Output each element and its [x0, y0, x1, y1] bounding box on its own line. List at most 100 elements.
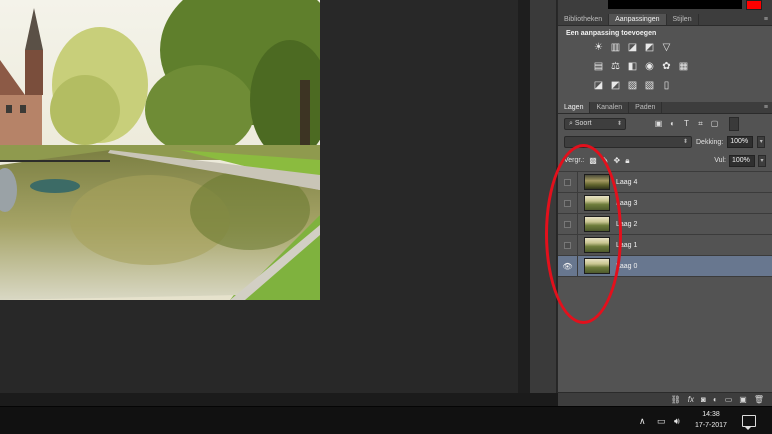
fill-field[interactable]: 100%: [729, 154, 755, 167]
visibility-toggle[interactable]: [558, 234, 578, 256]
layer-thumbnail: [584, 258, 610, 274]
lock-row: Vergr.: ▩ ✎ ✥ 🔒︎ Vul: 100% ▾: [558, 150, 772, 172]
curves-icon[interactable]: ◪: [626, 41, 639, 54]
black-white-icon[interactable]: ◧: [626, 60, 639, 73]
adjustment-row-3: ◪ ◩ ▨ ▧ ▯: [592, 79, 764, 92]
clock-time: 14:38: [702, 411, 720, 418]
hue-saturation-icon[interactable]: ▤: [592, 60, 605, 73]
gradient-map-icon[interactable]: ▯: [660, 79, 673, 92]
action-center-icon[interactable]: [742, 415, 756, 430]
visibility-off-box: [564, 199, 571, 207]
clock-date: 17-7-2017: [695, 422, 727, 429]
color-lookup-icon[interactable]: ▦: [677, 60, 690, 73]
visibility-toggle[interactable]: [558, 171, 578, 193]
tab-lagen[interactable]: Lagen: [558, 102, 591, 113]
adjustment-row-1: ☀ ▥ ◪ ◩ ▽: [592, 41, 764, 54]
layer-name: Laag 1: [616, 241, 638, 249]
layer-thumbnail: [584, 216, 610, 232]
adjustment-row-2: ▤ ⚖ ◧ ◉ ✿ ▦: [592, 60, 764, 73]
lock-all-icon[interactable]: 🔒︎: [625, 156, 629, 166]
adjustments-title: Een aanpassing toevoegen: [566, 30, 657, 37]
shape-filter-icon[interactable]: ⌗: [696, 119, 705, 129]
opacity-dropdown-icon[interactable]: ▾: [757, 136, 766, 148]
blend-mode-select[interactable]: [564, 136, 692, 148]
invert-icon[interactable]: ◪: [592, 79, 605, 92]
lock-position-icon[interactable]: ✥: [614, 156, 621, 165]
collapsed-panel-dock[interactable]: [530, 0, 557, 393]
posterize-icon[interactable]: ◩: [609, 79, 622, 92]
vibrance-icon[interactable]: ▽: [660, 41, 673, 54]
visibility-off-box: [564, 220, 571, 228]
channel-mixer-icon[interactable]: ✿: [660, 60, 673, 73]
visibility-off-box: [564, 241, 571, 249]
photo-filter-icon[interactable]: ◉: [643, 60, 656, 73]
layers-tabbar: Lagen Kanalen Paden ≡: [558, 102, 772, 114]
layer-style-icon[interactable]: fx: [688, 395, 694, 404]
fill-group: Vul: 100% ▾: [714, 154, 766, 167]
new-group-icon[interactable]: ▭: [725, 395, 733, 404]
delete-layer-icon[interactable]: 🗑︎: [754, 395, 764, 404]
tab-bibliotheken[interactable]: Bibliotheken: [558, 14, 610, 25]
selective-color-icon[interactable]: ▧: [643, 79, 656, 92]
color-balance-icon[interactable]: ⚖: [609, 60, 622, 73]
type-filter-icon[interactable]: T: [682, 119, 691, 129]
lock-transparent-icon[interactable]: ▩: [589, 156, 597, 165]
brightness-contrast-icon[interactable]: ☀: [592, 41, 605, 54]
layers-menu-icon[interactable]: ≡: [764, 102, 772, 113]
link-layers-icon[interactable]: ⛓: [671, 395, 681, 404]
network-icon[interactable]: ▭: [657, 407, 666, 434]
layers-panel: Lagen Kanalen Paden ≡ ⌕ Soort ▣ ◐ T ⌗ ▢ …: [558, 102, 772, 406]
document-image[interactable]: [0, 0, 320, 300]
lock-label: Vergr.:: [564, 157, 585, 164]
lock-image-icon[interactable]: ✎: [602, 156, 609, 165]
layer-name: Laag 0: [616, 262, 638, 270]
canvas-area[interactable]: [0, 0, 518, 393]
show-hidden-icons-icon[interactable]: ∧: [639, 407, 646, 434]
layer-row-laag-2[interactable]: Laag 2: [558, 213, 772, 235]
canal-photo: [0, 0, 320, 300]
layer-row-laag-4[interactable]: Laag 4: [558, 171, 772, 193]
threshold-icon[interactable]: ▨: [626, 79, 639, 92]
blend-row: Dekking: 100% ▾: [558, 134, 772, 150]
visibility-toggle[interactable]: [558, 192, 578, 214]
layer-row-laag-1[interactable]: Laag 1: [558, 234, 772, 256]
visibility-toggle[interactable]: 👁︎: [558, 255, 578, 277]
layers-bottom-bar: ⛓ fx ◙ ◐ ▭ ▣ 🗑︎: [558, 392, 772, 406]
panel-menu-icon[interactable]: ≡: [764, 14, 772, 25]
layer-thumbnail: [584, 195, 610, 211]
visibility-toggle[interactable]: [558, 213, 578, 235]
windows-taskbar: ∧ ▭ 🔊︎ 14:38 17-7-2017: [0, 406, 772, 434]
adjustments-tabbar: Bibliotheken Aanpassingen Stijlen ≡: [558, 14, 772, 26]
adjustment-filter-icon[interactable]: ◐: [668, 119, 677, 129]
layer-row-laag-3[interactable]: Laag 3: [558, 192, 772, 214]
clock[interactable]: 14:38 17-7-2017: [690, 409, 732, 431]
adjustment-layer-icon[interactable]: ◐: [713, 395, 718, 404]
visibility-off-box: [564, 178, 571, 186]
tab-aanpassingen[interactable]: Aanpassingen: [609, 14, 667, 25]
adjustments-panel: Een aanpassing toevoegen ☀ ▥ ◪ ◩ ▽ ▤ ⚖ ◧…: [558, 26, 772, 112]
layer-row-laag-0[interactable]: 👁︎ Laag 0: [558, 255, 772, 277]
foreground-color-swatch[interactable]: [746, 0, 762, 10]
tab-stijlen[interactable]: Stijlen: [667, 14, 699, 25]
opacity-label: Dekking:: [696, 138, 724, 146]
color-spectrum-bar[interactable]: [608, 0, 742, 9]
panel-gap: [518, 0, 530, 393]
tab-kanalen[interactable]: Kanalen: [590, 102, 630, 113]
pixel-filter-icon[interactable]: ▣: [654, 119, 663, 129]
new-layer-icon[interactable]: ▣: [739, 395, 747, 404]
fill-dropdown-icon[interactable]: ▾: [758, 154, 766, 167]
layer-thumbnail: [584, 237, 610, 253]
filter-toggle[interactable]: [729, 117, 739, 131]
opacity-field[interactable]: 100%: [727, 136, 754, 148]
volume-icon[interactable]: 🔊︎: [674, 407, 680, 434]
eye-icon: 👁︎: [562, 261, 573, 271]
filter-icons: ▣ ◐ T ⌗ ▢: [654, 119, 719, 129]
tab-paden[interactable]: Paden: [629, 102, 663, 113]
exposure-icon[interactable]: ◩: [643, 41, 656, 54]
filter-kind-select[interactable]: ⌕ Soort: [564, 118, 626, 130]
status-strip: [0, 393, 558, 406]
layer-name: Laag 2: [616, 220, 638, 228]
levels-icon[interactable]: ▥: [609, 41, 622, 54]
layer-mask-icon[interactable]: ◙: [701, 395, 706, 404]
smart-object-filter-icon[interactable]: ▢: [710, 119, 719, 129]
